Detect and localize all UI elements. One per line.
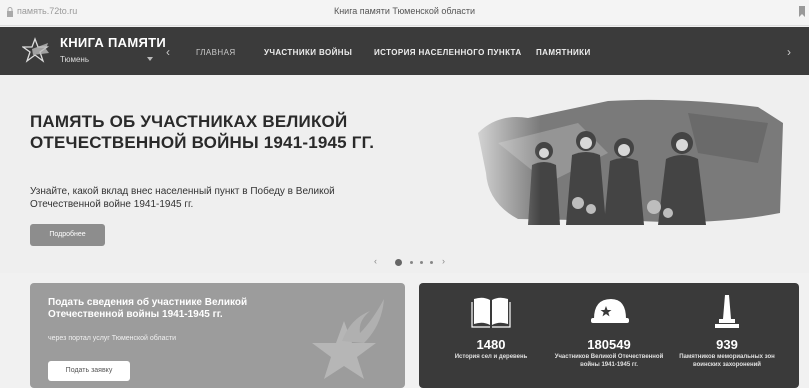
stat-monuments-label: Памятников мемориальных зон воинских зах…: [679, 354, 775, 368]
nav-item-monuments[interactable]: ПАМЯТНИКИ: [536, 48, 591, 57]
top-navbar: КНИГА ПАМЯТИ Тюмень ‹ ГЛАВНАЯ УЧАСТНИКИ …: [0, 27, 809, 75]
carousel-dot-1[interactable]: [395, 259, 402, 266]
stat-participants-label: Участников Великой Отечественной войны 1…: [554, 354, 664, 368]
stat-villages-label: История сел и деревень: [454, 354, 528, 360]
carousel-dot-3[interactable]: [420, 261, 423, 264]
submit-request-button[interactable]: Подать заявку: [48, 361, 130, 381]
helmet-icon: [591, 299, 629, 323]
stat-villages-value: 1480: [476, 337, 506, 352]
carousel-indicator: ‹ ›: [374, 256, 454, 270]
carousel-dot-2[interactable]: [410, 261, 413, 264]
star-flag-logo-icon[interactable]: [22, 37, 50, 65]
hero-banner: ПАМЯТЬ ОБ УЧАСТНИКАХ ВЕЛИКОЙ ОТЕЧЕСТВЕНН…: [0, 75, 809, 273]
browser-bar: память.72to.ru Книга памяти Тюменской об…: [0, 0, 809, 26]
bookmark-icon[interactable]: [799, 6, 805, 17]
carousel-prev-arrow[interactable]: ‹: [374, 256, 377, 266]
submit-card-subtitle: через портал услуг Тюменской области: [48, 335, 177, 342]
carousel-dot-4[interactable]: [430, 261, 433, 264]
nav-item-home[interactable]: ГЛАВНАЯ: [196, 48, 236, 57]
menu-prev-arrow[interactable]: ‹: [166, 45, 170, 59]
stat-participants-value: 180549: [587, 337, 631, 352]
stats-card: 1480 История сел и деревень 180549 Участ…: [419, 283, 799, 388]
obelisk-icon: [715, 295, 739, 328]
stat-monuments-value: 939: [716, 337, 738, 352]
nav-item-history[interactable]: ИСТОРИЯ НАСЕЛЕННОГО ПУНКТА: [374, 48, 522, 57]
submit-card-title: Подать сведения об участнике Великой Оте…: [48, 297, 248, 320]
more-button[interactable]: Подробнее: [30, 224, 105, 246]
carousel-next-arrow[interactable]: ›: [442, 256, 445, 266]
hero-heading: ПАМЯТЬ ОБ УЧАСТНИКАХ ВЕЛИКОЙ ОТЕЧЕСТВЕНН…: [30, 112, 375, 152]
chevron-down-icon[interactable]: [147, 57, 153, 61]
submit-info-card: Подать сведения об участнике Великой Оте…: [30, 283, 405, 388]
book-icon: [471, 297, 511, 328]
eternal-flame-star-icon: [312, 299, 384, 379]
hero-lead-text: Узнайте, какой вклад внес населенный пун…: [30, 186, 335, 210]
city-selector[interactable]: Тюмень: [60, 55, 160, 64]
menu-next-arrow[interactable]: ›: [787, 45, 791, 59]
soldiers-photo: [458, 93, 788, 225]
nav-item-participants[interactable]: УЧАСТНИКИ ВОЙНЫ: [264, 48, 352, 57]
brand-title[interactable]: КНИГА ПАМЯТИ: [60, 35, 166, 50]
page-title: Книга памяти Тюменской области: [333, 6, 476, 16]
